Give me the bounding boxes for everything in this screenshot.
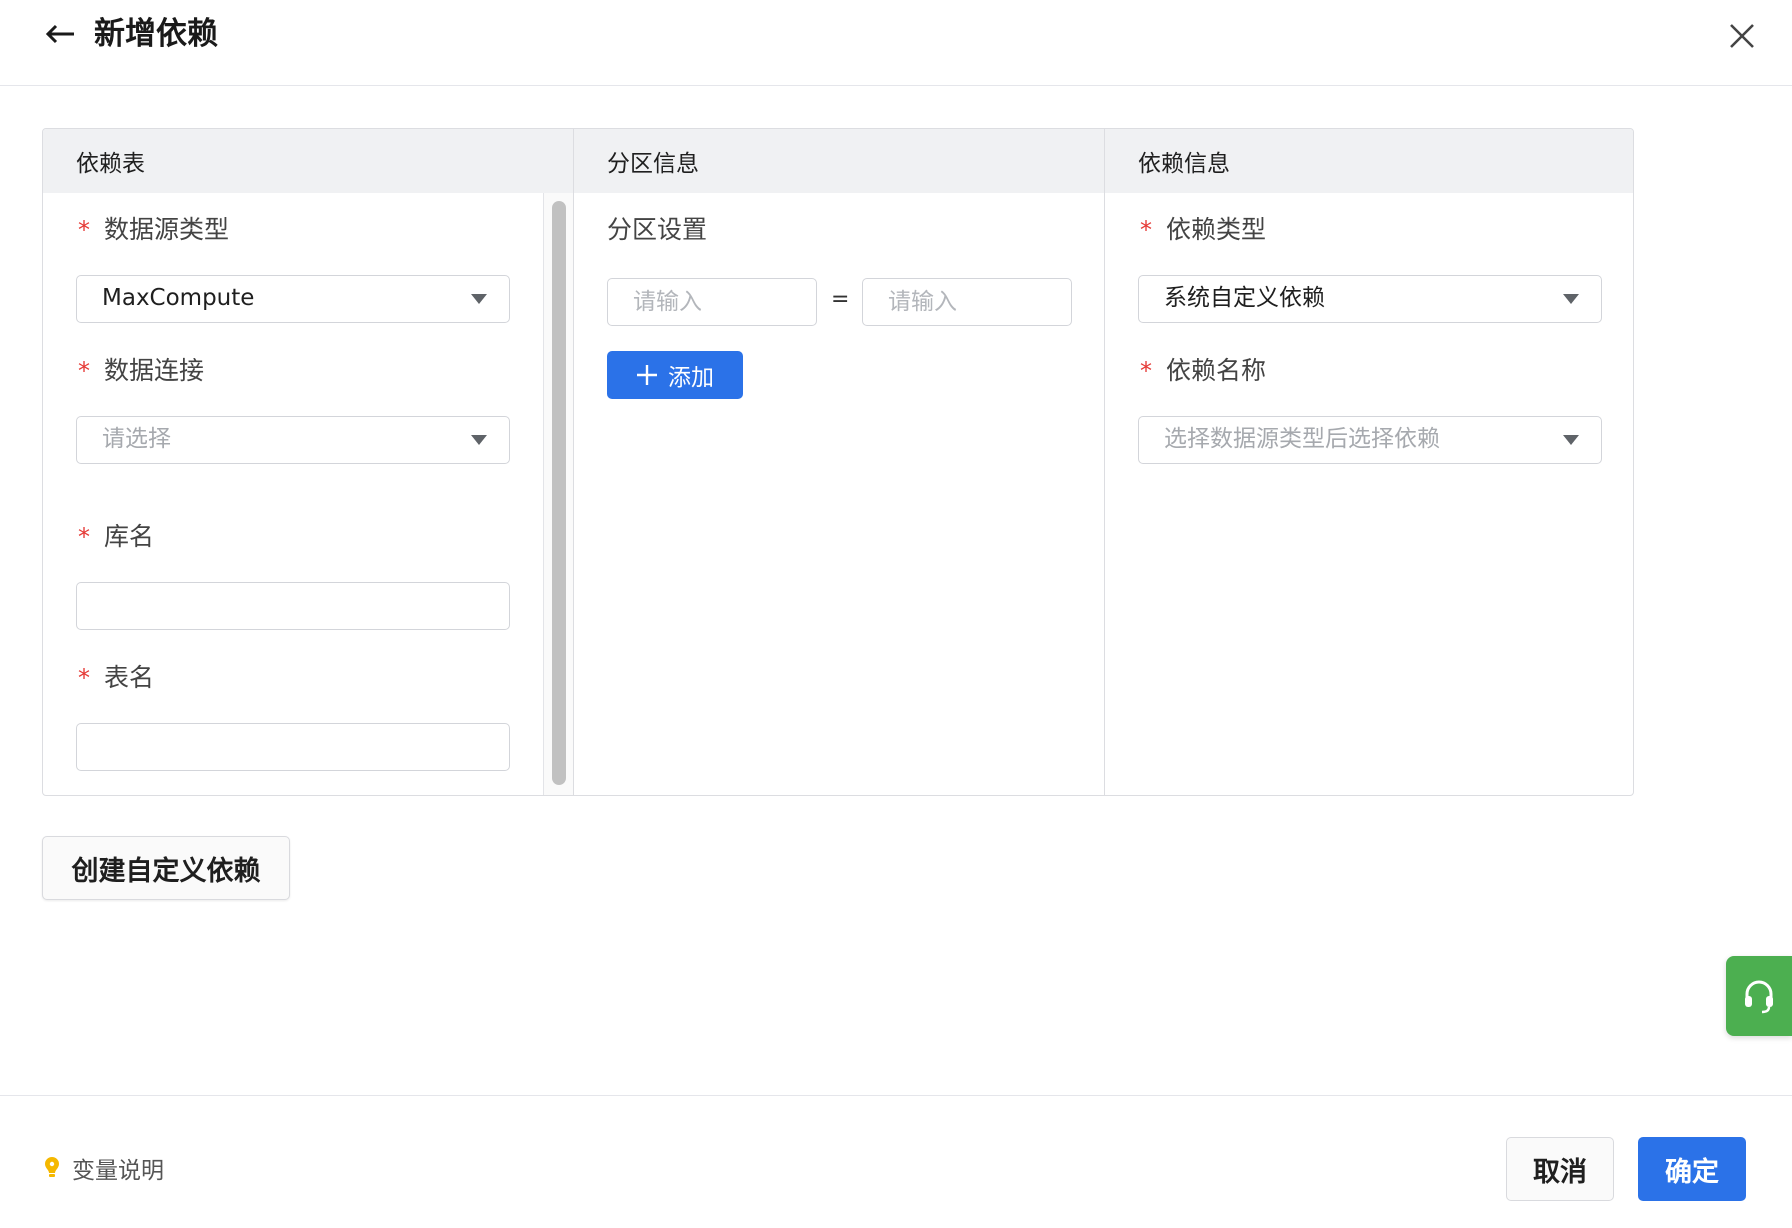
table-name-label: * 表名 [78, 663, 155, 692]
dep-type-select[interactable]: 系统自定义依赖 [1138, 275, 1602, 323]
dep-name-select[interactable]: 选择数据源类型后选择依赖 [1138, 416, 1602, 464]
new-dependency-dialog: 新增依赖 依赖表 * 数据源类型 MaxCompute * 数据连接 请选择 *… [0, 0, 1792, 1228]
required-mark: * [78, 664, 90, 692]
db-name-input[interactable] [76, 582, 510, 630]
create-custom-dependency-button[interactable]: 创建自定义依赖 [42, 836, 290, 900]
required-mark: * [1140, 357, 1152, 385]
dep-type-label: * 依赖类型 [1140, 215, 1267, 244]
close-icon [1730, 24, 1754, 48]
table-name-input[interactable] [76, 723, 510, 771]
column-header-dep-table: 依赖表 [43, 129, 573, 193]
dependency-table: 依赖表 * 数据源类型 MaxCompute * 数据连接 请选择 * 库名 *… [42, 128, 1634, 796]
dep-table-form: * 数据源类型 MaxCompute * 数据连接 请选择 * 库名 * 表名 [43, 193, 573, 795]
partition-value-input[interactable] [862, 278, 1072, 326]
variable-help-link[interactable]: 变量说明 [44, 1151, 164, 1185]
page-title: 新增依赖 [94, 16, 218, 52]
dependency-info-column: 依赖信息 * 依赖类型 系统自定义依赖 * 依赖名称 选择数据源类型后选择依赖 [1104, 129, 1633, 795]
back-button[interactable] [40, 14, 80, 54]
add-label: 添加 [668, 365, 714, 391]
confirm-button[interactable]: 确定 [1638, 1137, 1746, 1201]
source-type-select[interactable]: MaxCompute [76, 275, 510, 323]
required-mark: * [78, 523, 90, 551]
chevron-down-icon [471, 294, 487, 304]
partition-column: 分区信息 分区设置 = 添加 [573, 129, 1104, 795]
dep-info-form: * 依赖类型 系统自定义依赖 * 依赖名称 选择数据源类型后选择依赖 [1105, 193, 1633, 795]
arrow-left-icon [45, 24, 74, 44]
source-type-label: * 数据源类型 [78, 215, 230, 244]
cancel-button[interactable]: 取消 [1506, 1137, 1614, 1201]
equals-sign: = [831, 287, 850, 312]
headset-icon [1745, 980, 1773, 1014]
required-mark: * [1140, 216, 1152, 244]
column-header-partition: 分区信息 [574, 129, 1104, 193]
partition-setting-label: 分区设置 [607, 215, 708, 244]
chevron-down-icon [1563, 294, 1579, 304]
db-name-label: * 库名 [78, 522, 155, 551]
add-partition-button[interactable]: 添加 [607, 351, 743, 399]
column-scrollbar[interactable] [543, 193, 573, 795]
plus-icon [637, 365, 657, 385]
partition-form: 分区设置 = 添加 [574, 193, 1104, 795]
dep-name-label: * 依赖名称 [1140, 356, 1267, 385]
chevron-down-icon [1563, 435, 1579, 445]
dialog-footer: 变量说明 取消 确定 [0, 1095, 1792, 1228]
scrollbar-thumb[interactable] [552, 201, 566, 785]
support-button[interactable] [1726, 956, 1792, 1036]
connection-label: * 数据连接 [78, 356, 205, 385]
dialog-header: 新增依赖 [0, 0, 1792, 86]
lightbulb-icon [45, 1157, 59, 1177]
column-header-dep-info: 依赖信息 [1105, 129, 1633, 193]
required-mark: * [78, 357, 90, 385]
close-button[interactable] [1720, 14, 1764, 58]
chevron-down-icon [471, 435, 487, 445]
required-mark: * [78, 216, 90, 244]
variable-help-label: 变量说明 [72, 1158, 164, 1184]
connection-select[interactable]: 请选择 [76, 416, 510, 464]
dependency-table-column: 依赖表 * 数据源类型 MaxCompute * 数据连接 请选择 * 库名 *… [43, 129, 573, 795]
partition-key-input[interactable] [607, 278, 817, 326]
